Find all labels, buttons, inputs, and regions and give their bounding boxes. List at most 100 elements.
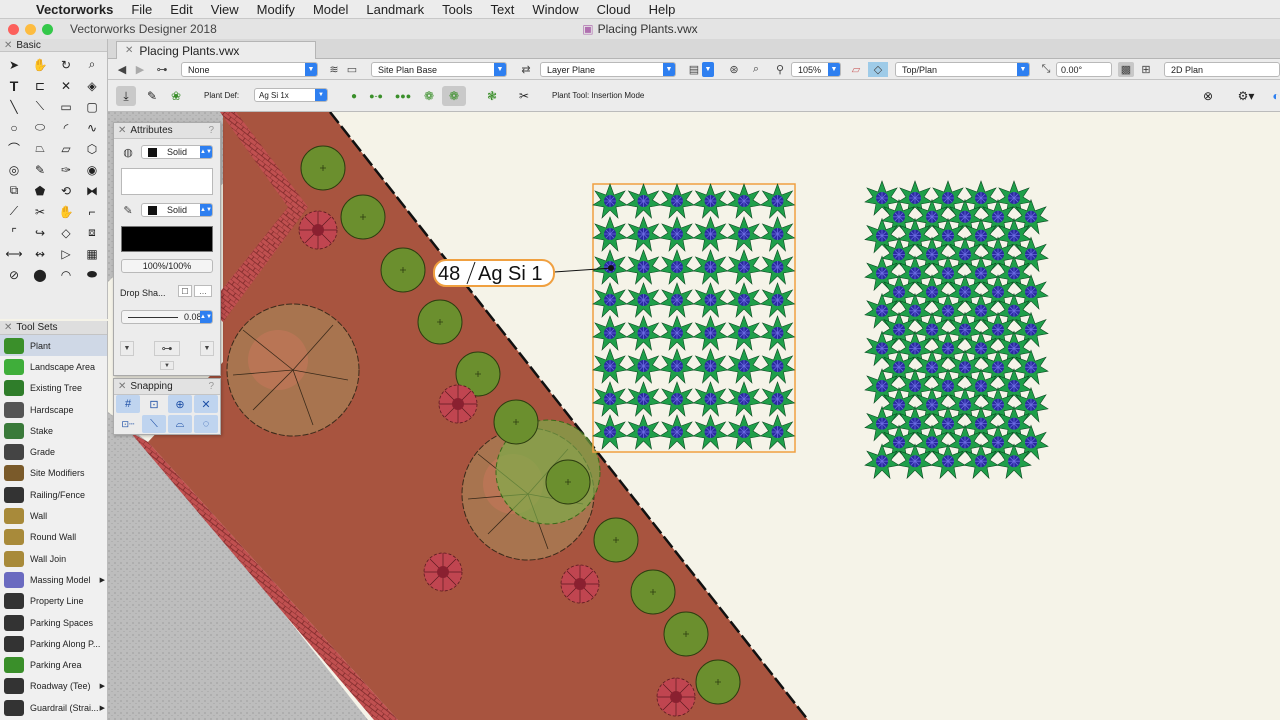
pickup-mode-icon[interactable]: ✎ (142, 86, 162, 106)
plant-symbol[interactable] (760, 315, 795, 351)
plant-symbol[interactable] (626, 249, 661, 285)
offset-tool-icon[interactable]: ↪ (27, 222, 53, 243)
chevron-down-icon[interactable]: ▼ (702, 62, 714, 77)
menu-file[interactable]: File (131, 2, 152, 17)
plant-symbol[interactable] (693, 381, 728, 417)
spiral-tool-icon[interactable]: ◎ (1, 159, 27, 180)
flyover-tool-icon[interactable]: ↻ (53, 54, 79, 75)
dimension-tool-icon[interactable]: ⟷ (1, 243, 27, 264)
plant-symbol[interactable] (726, 348, 762, 384)
plant-symbol[interactable] (726, 381, 762, 417)
plant-settings-icon[interactable]: ❀ (166, 86, 186, 106)
plant-symbol[interactable] (659, 249, 695, 285)
plant-symbol[interactable] (592, 381, 628, 417)
toolset-plant[interactable]: Plant (0, 335, 107, 357)
snap-to-grid-icon[interactable]: # (116, 395, 140, 413)
toolset-guardrail-strai[interactable]: Guardrail (Strai... ▶ (0, 697, 107, 718)
plant-symbol[interactable] (963, 180, 999, 216)
connect-tool-icon[interactable]: ✋ (53, 201, 79, 222)
arc-tool-icon[interactable]: ◜ (53, 117, 79, 138)
end-marker-select[interactable]: ▼ (200, 341, 214, 356)
layer-options-icon[interactable]: ▭ (344, 62, 360, 77)
top-plan-view-icon[interactable]: ◇ (868, 62, 888, 77)
plant-symbol[interactable] (693, 348, 728, 384)
menu-cloud[interactable]: Cloud (597, 2, 631, 17)
locus-tool-icon[interactable]: ✕ (53, 75, 79, 96)
polyline-tool-icon[interactable]: ⌒ (1, 138, 27, 159)
view-icon[interactable]: ▱ (848, 62, 864, 77)
freehand-tool-icon[interactable]: ∿ (79, 117, 105, 138)
plant-grid-triangular[interactable] (864, 180, 1049, 479)
plant-symbol[interactable] (626, 282, 661, 318)
plant-symbol[interactable] (659, 348, 695, 384)
line-tool-icon[interactable]: ╲ (1, 96, 27, 117)
zoom-tool-icon[interactable]: ⌕ (79, 54, 105, 75)
poly-placement-icon[interactable]: ❃ (480, 86, 504, 106)
smart-points-icon[interactable]: ⊡┄ (116, 415, 140, 433)
page-icon[interactable]: ▤ (686, 62, 702, 77)
plant-symbol[interactable] (760, 183, 795, 219)
fillet-tool-icon[interactable]: ⌐ (79, 201, 105, 222)
back-arrow-icon[interactable]: ◀ (114, 62, 130, 77)
plant-symbol[interactable] (626, 348, 661, 384)
plant-symbol[interactable] (726, 249, 762, 285)
plant-symbol[interactable] (760, 348, 795, 384)
visibility-tool-icon[interactable]: ◉ (79, 159, 105, 180)
plant-symbol[interactable] (760, 381, 795, 417)
smart-edge-icon[interactable]: ⟍ (142, 415, 166, 433)
plant-symbol[interactable] (726, 414, 762, 450)
fill-icon[interactable]: ◍ (120, 145, 136, 160)
plant-symbol[interactable] (626, 183, 661, 219)
rotate-plan-icon[interactable]: ⤡ (1038, 62, 1054, 77)
start-marker-select[interactable]: ▼ (120, 341, 134, 356)
menu-landmark[interactable]: Landmark (366, 2, 424, 17)
duplicate-array-tool-icon[interactable]: ⧈ (79, 222, 105, 243)
plant-symbol[interactable] (659, 183, 695, 219)
marker-link-icon[interactable]: ⊶ (154, 341, 180, 356)
plant-symbol[interactable] (760, 282, 795, 318)
layers-icon[interactable]: ≋ (326, 62, 342, 77)
snap-to-tangent-icon[interactable]: ⌓ (168, 415, 192, 433)
toolset-roadway-tee[interactable]: Roadway (Tee) ▶ (0, 676, 107, 697)
toolset-round-wall[interactable]: Round Wall (0, 527, 107, 548)
pen-icon[interactable]: ✎ (120, 203, 136, 218)
plant-symbol[interactable] (693, 249, 728, 285)
spacing-placement-icon[interactable]: ●●● (392, 86, 414, 106)
rounded-rectangle-tool-icon[interactable]: ▢ (79, 96, 105, 117)
plant-symbol[interactable] (626, 381, 661, 417)
insertion-mode-icon[interactable]: ⤓ (116, 86, 136, 106)
pen-style-select[interactable]: Solid ▲▼ (141, 203, 213, 217)
plant-symbol[interactable] (659, 216, 695, 252)
mirror-tool-icon[interactable]: ⧓ (79, 180, 105, 201)
paint-tool-icon[interactable]: ✑ (53, 159, 79, 180)
reshape-tool-icon[interactable]: ⬟ (27, 180, 53, 201)
close-palette-icon[interactable]: ✕ (118, 381, 126, 392)
chamfer-tool-icon[interactable]: ⌜ (1, 222, 27, 243)
tool-preferences-gear-icon[interactable]: ⚙▾ (1232, 86, 1260, 106)
toolset-massing-model[interactable]: Massing Model ▶ (0, 569, 107, 590)
plant-symbol[interactable] (693, 282, 728, 318)
rectangle-tool-icon[interactable]: ▭ (53, 96, 79, 117)
3d-locus-tool-icon[interactable]: ◈ (79, 75, 105, 96)
move-by-points-tool-icon[interactable]: ◇ (53, 222, 79, 243)
plant-symbol[interactable] (726, 216, 762, 252)
snap-to-surface-icon[interactable]: ◌ (194, 415, 218, 433)
circle-tool-icon[interactable]: ○ (1, 117, 27, 138)
drop-shadow-options-button[interactable]: … (194, 285, 212, 297)
plant-symbol[interactable] (726, 315, 762, 351)
close-tab-icon[interactable]: ✕ (125, 45, 133, 56)
expand-palette-icon[interactable]: ▼ (160, 361, 174, 370)
class-options-icon[interactable]: ⊶ (154, 62, 170, 77)
toolset-wall[interactable]: Wall (0, 505, 107, 526)
menu-window[interactable]: Window (532, 2, 578, 17)
tape-measure-tool-icon[interactable]: ▦ (79, 243, 105, 264)
close-palette-icon[interactable]: ✕ (4, 40, 12, 51)
line-weight-select[interactable]: 0.08 ▲▼ (121, 310, 213, 324)
render-mode-select[interactable]: 2D Plan (1164, 62, 1280, 77)
oval-tool-icon[interactable]: ⬭ (27, 117, 53, 138)
zoom-select[interactable]: 105% ▼ (791, 62, 841, 77)
toolset-parking-area[interactable]: Parking Area (0, 654, 107, 675)
plant-symbol[interactable] (659, 381, 695, 417)
plant-symbol[interactable] (592, 414, 628, 450)
fill-style-select[interactable]: Solid ▲▼ (141, 145, 213, 159)
